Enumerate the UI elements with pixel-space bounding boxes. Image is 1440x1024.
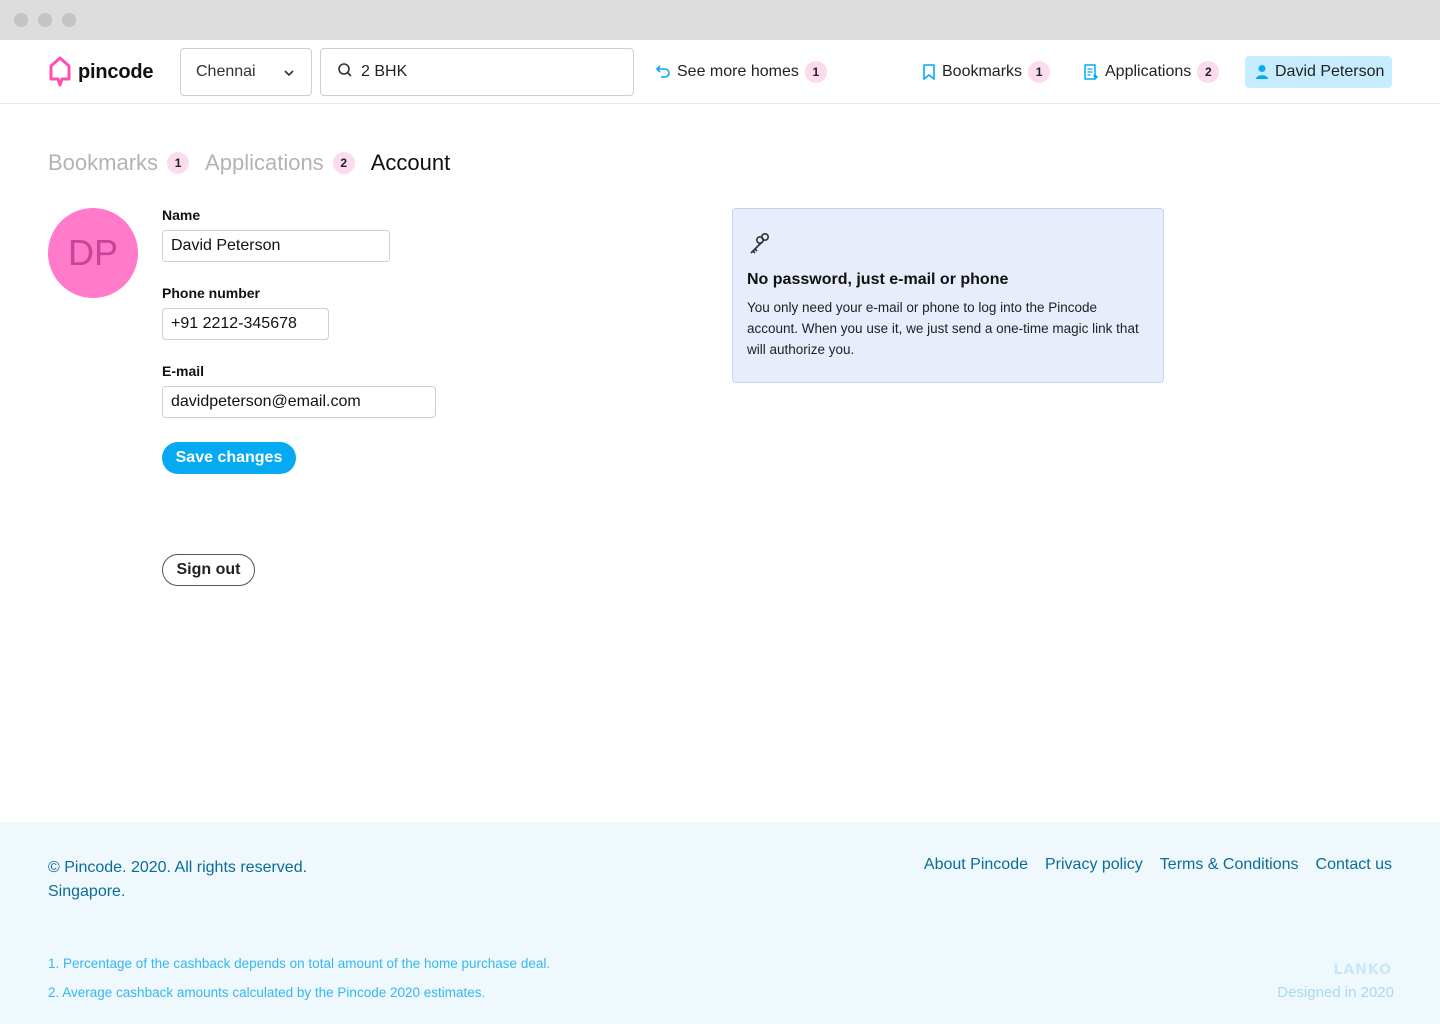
- browser-chrome: [0, 0, 1440, 40]
- info-title: No password, just e-mail or phone: [747, 271, 1009, 288]
- tab-applications-label: Applications: [205, 150, 324, 175]
- pin-house-icon: [48, 55, 72, 89]
- user-menu-label: David Peterson: [1275, 63, 1385, 80]
- search-box[interactable]: [320, 48, 634, 96]
- footnote-2: 2. Average cashback amounts calculated b…: [48, 985, 486, 1000]
- footer-links: About Pincode Privacy policy Terms & Con…: [907, 856, 1392, 874]
- footer-link-contact[interactable]: Contact us: [1316, 856, 1392, 874]
- applications-nav-link[interactable]: Applications 2: [1083, 60, 1220, 84]
- location-line: Singapore.: [48, 883, 126, 900]
- tab-bookmarks-label: Bookmarks: [48, 150, 159, 175]
- passwordless-info-card: No password, just e-mail or phone You on…: [732, 208, 1164, 383]
- designed-in-text: Designed in 2020: [1277, 984, 1394, 1001]
- name-field[interactable]: [162, 230, 390, 262]
- user-icon: [1255, 64, 1269, 80]
- undo-arrow-icon: [655, 64, 671, 80]
- account-tabs: Bookmarks 1 Applications 2 Account: [48, 150, 466, 176]
- tab-bookmarks[interactable]: Bookmarks 1: [48, 150, 190, 176]
- see-more-homes-link[interactable]: See more homes 1: [655, 60, 827, 84]
- tab-bookmarks-badge: 1: [167, 152, 190, 174]
- window-maximize-dot[interactable]: [62, 13, 76, 27]
- window-minimize-dot[interactable]: [38, 13, 52, 27]
- tab-applications[interactable]: Applications 2: [205, 150, 355, 176]
- phone-label: Phone number: [162, 285, 261, 301]
- email-field[interactable]: [162, 386, 436, 418]
- see-more-homes-label: See more homes: [677, 63, 799, 80]
- footer: © Pincode. 2020. All rights reserved. Si…: [0, 822, 1440, 1024]
- bookmarks-nav-label: Bookmarks: [942, 63, 1023, 80]
- avatar[interactable]: DP: [48, 208, 138, 298]
- email-label: E-mail: [162, 363, 205, 379]
- footer-link-terms[interactable]: Terms & Conditions: [1160, 856, 1299, 874]
- tab-account[interactable]: Account: [371, 150, 451, 176]
- brand-logo[interactable]: pincode: [48, 54, 153, 90]
- footnote-1: 1. Percentage of the cashback depends on…: [48, 956, 551, 971]
- designer-logo[interactable]: LANKO: [1333, 962, 1392, 978]
- keys-icon: [747, 231, 1149, 262]
- applications-nav-label: Applications: [1105, 63, 1192, 80]
- copyright-line: © Pincode. 2020. All rights reserved.: [48, 859, 308, 876]
- name-label: Name: [162, 207, 201, 223]
- see-more-count-badge: 1: [804, 61, 827, 83]
- city-select[interactable]: Chennai: [180, 48, 312, 96]
- search-input[interactable]: [361, 63, 601, 81]
- top-navbar: pincode Chennai See more homes 1 Bookmar…: [0, 40, 1440, 104]
- city-select-value: Chennai: [196, 63, 256, 80]
- bookmark-icon: [922, 64, 936, 80]
- bookmarks-count-badge: 1: [1028, 61, 1051, 83]
- bookmarks-nav-link[interactable]: Bookmarks 1: [922, 60, 1051, 84]
- window-close-dot[interactable]: [14, 13, 28, 27]
- footer-link-privacy[interactable]: Privacy policy: [1045, 856, 1143, 874]
- search-icon: [337, 62, 353, 83]
- footer-link-about[interactable]: About Pincode: [924, 856, 1028, 874]
- save-changes-button[interactable]: Save changes: [162, 442, 296, 474]
- tab-account-label: Account: [370, 150, 451, 175]
- sign-out-button[interactable]: Sign out: [162, 554, 255, 586]
- tab-applications-badge: 2: [332, 152, 355, 174]
- copyright: © Pincode. 2020. All rights reserved. Si…: [48, 856, 307, 904]
- info-text: You only need your e-mail or phone to lo…: [747, 300, 1139, 357]
- brand-name: pincode: [78, 60, 154, 83]
- user-menu-button[interactable]: David Peterson: [1245, 56, 1392, 88]
- chevron-down-icon: [283, 66, 295, 84]
- phone-field[interactable]: [162, 308, 329, 340]
- document-icon: [1083, 64, 1099, 80]
- applications-count-badge: 2: [1197, 61, 1220, 83]
